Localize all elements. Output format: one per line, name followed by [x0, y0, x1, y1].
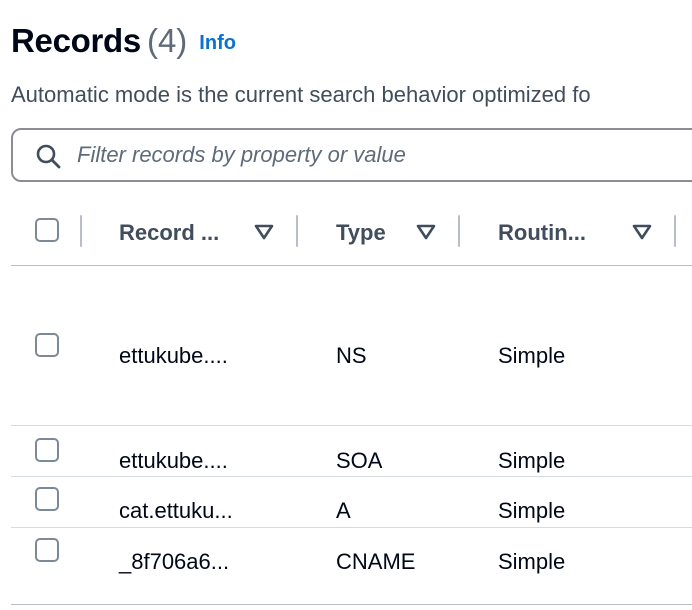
column-divider[interactable] — [674, 215, 676, 247]
sort-down-icon[interactable] — [254, 224, 274, 240]
search-icon — [36, 144, 61, 169]
record-type-cell: SOA — [336, 448, 383, 473]
table-row[interactable]: _8f706a6... CNAME Simple — [0, 528, 692, 604]
record-type-cell: A — [336, 498, 351, 523]
record-name-cell[interactable]: cat.ettuku... — [119, 498, 233, 524]
records-header: Records (4) Info — [11, 22, 236, 60]
routing-policy-cell: Simple — [498, 549, 566, 574]
column-divider[interactable] — [80, 215, 82, 247]
column-divider[interactable] — [296, 215, 298, 247]
row-checkbox[interactable] — [35, 333, 59, 357]
column-header-type[interactable]: Type — [336, 220, 386, 246]
record-type-cell: CNAME — [336, 549, 416, 574]
table-row[interactable]: ettukube.... SOA Simple — [0, 426, 692, 476]
table-row[interactable]: cat.ettuku... A Simple — [0, 477, 692, 527]
filter-search-box[interactable] — [11, 128, 692, 182]
record-count: (4) — [146, 22, 188, 59]
record-name-cell[interactable]: _8f706a6... — [119, 549, 229, 575]
column-header-record-name[interactable]: Record ... — [119, 220, 219, 246]
filter-records-input[interactable] — [77, 139, 677, 171]
record-name-cell[interactable]: ettukube.... — [119, 448, 228, 474]
record-type-cell: NS — [336, 343, 367, 368]
routing-policy-cell: Simple — [498, 448, 566, 473]
column-header-routing-policy[interactable]: Routin... — [498, 220, 586, 246]
page-title: Records — [11, 22, 141, 59]
row-checkbox[interactable] — [35, 438, 59, 462]
search-mode-description: Automatic mode is the current search beh… — [11, 82, 591, 107]
record-name-cell[interactable]: ettukube.... — [119, 343, 228, 369]
table-bottom-border — [11, 604, 692, 605]
table-header-row: Record ... Type Routin... — [0, 200, 692, 266]
routing-policy-cell: Simple — [498, 498, 566, 523]
routing-policy-cell: Simple — [498, 343, 566, 368]
sort-down-icon[interactable] — [416, 224, 436, 240]
row-checkbox[interactable] — [35, 487, 59, 511]
row-checkbox[interactable] — [35, 538, 59, 562]
column-divider[interactable] — [458, 215, 460, 247]
table-row[interactable]: ettukube.... NS Simple — [0, 266, 692, 425]
select-all-checkbox[interactable] — [35, 218, 59, 242]
info-link[interactable]: Info — [199, 32, 236, 54]
sort-down-icon[interactable] — [632, 224, 652, 240]
